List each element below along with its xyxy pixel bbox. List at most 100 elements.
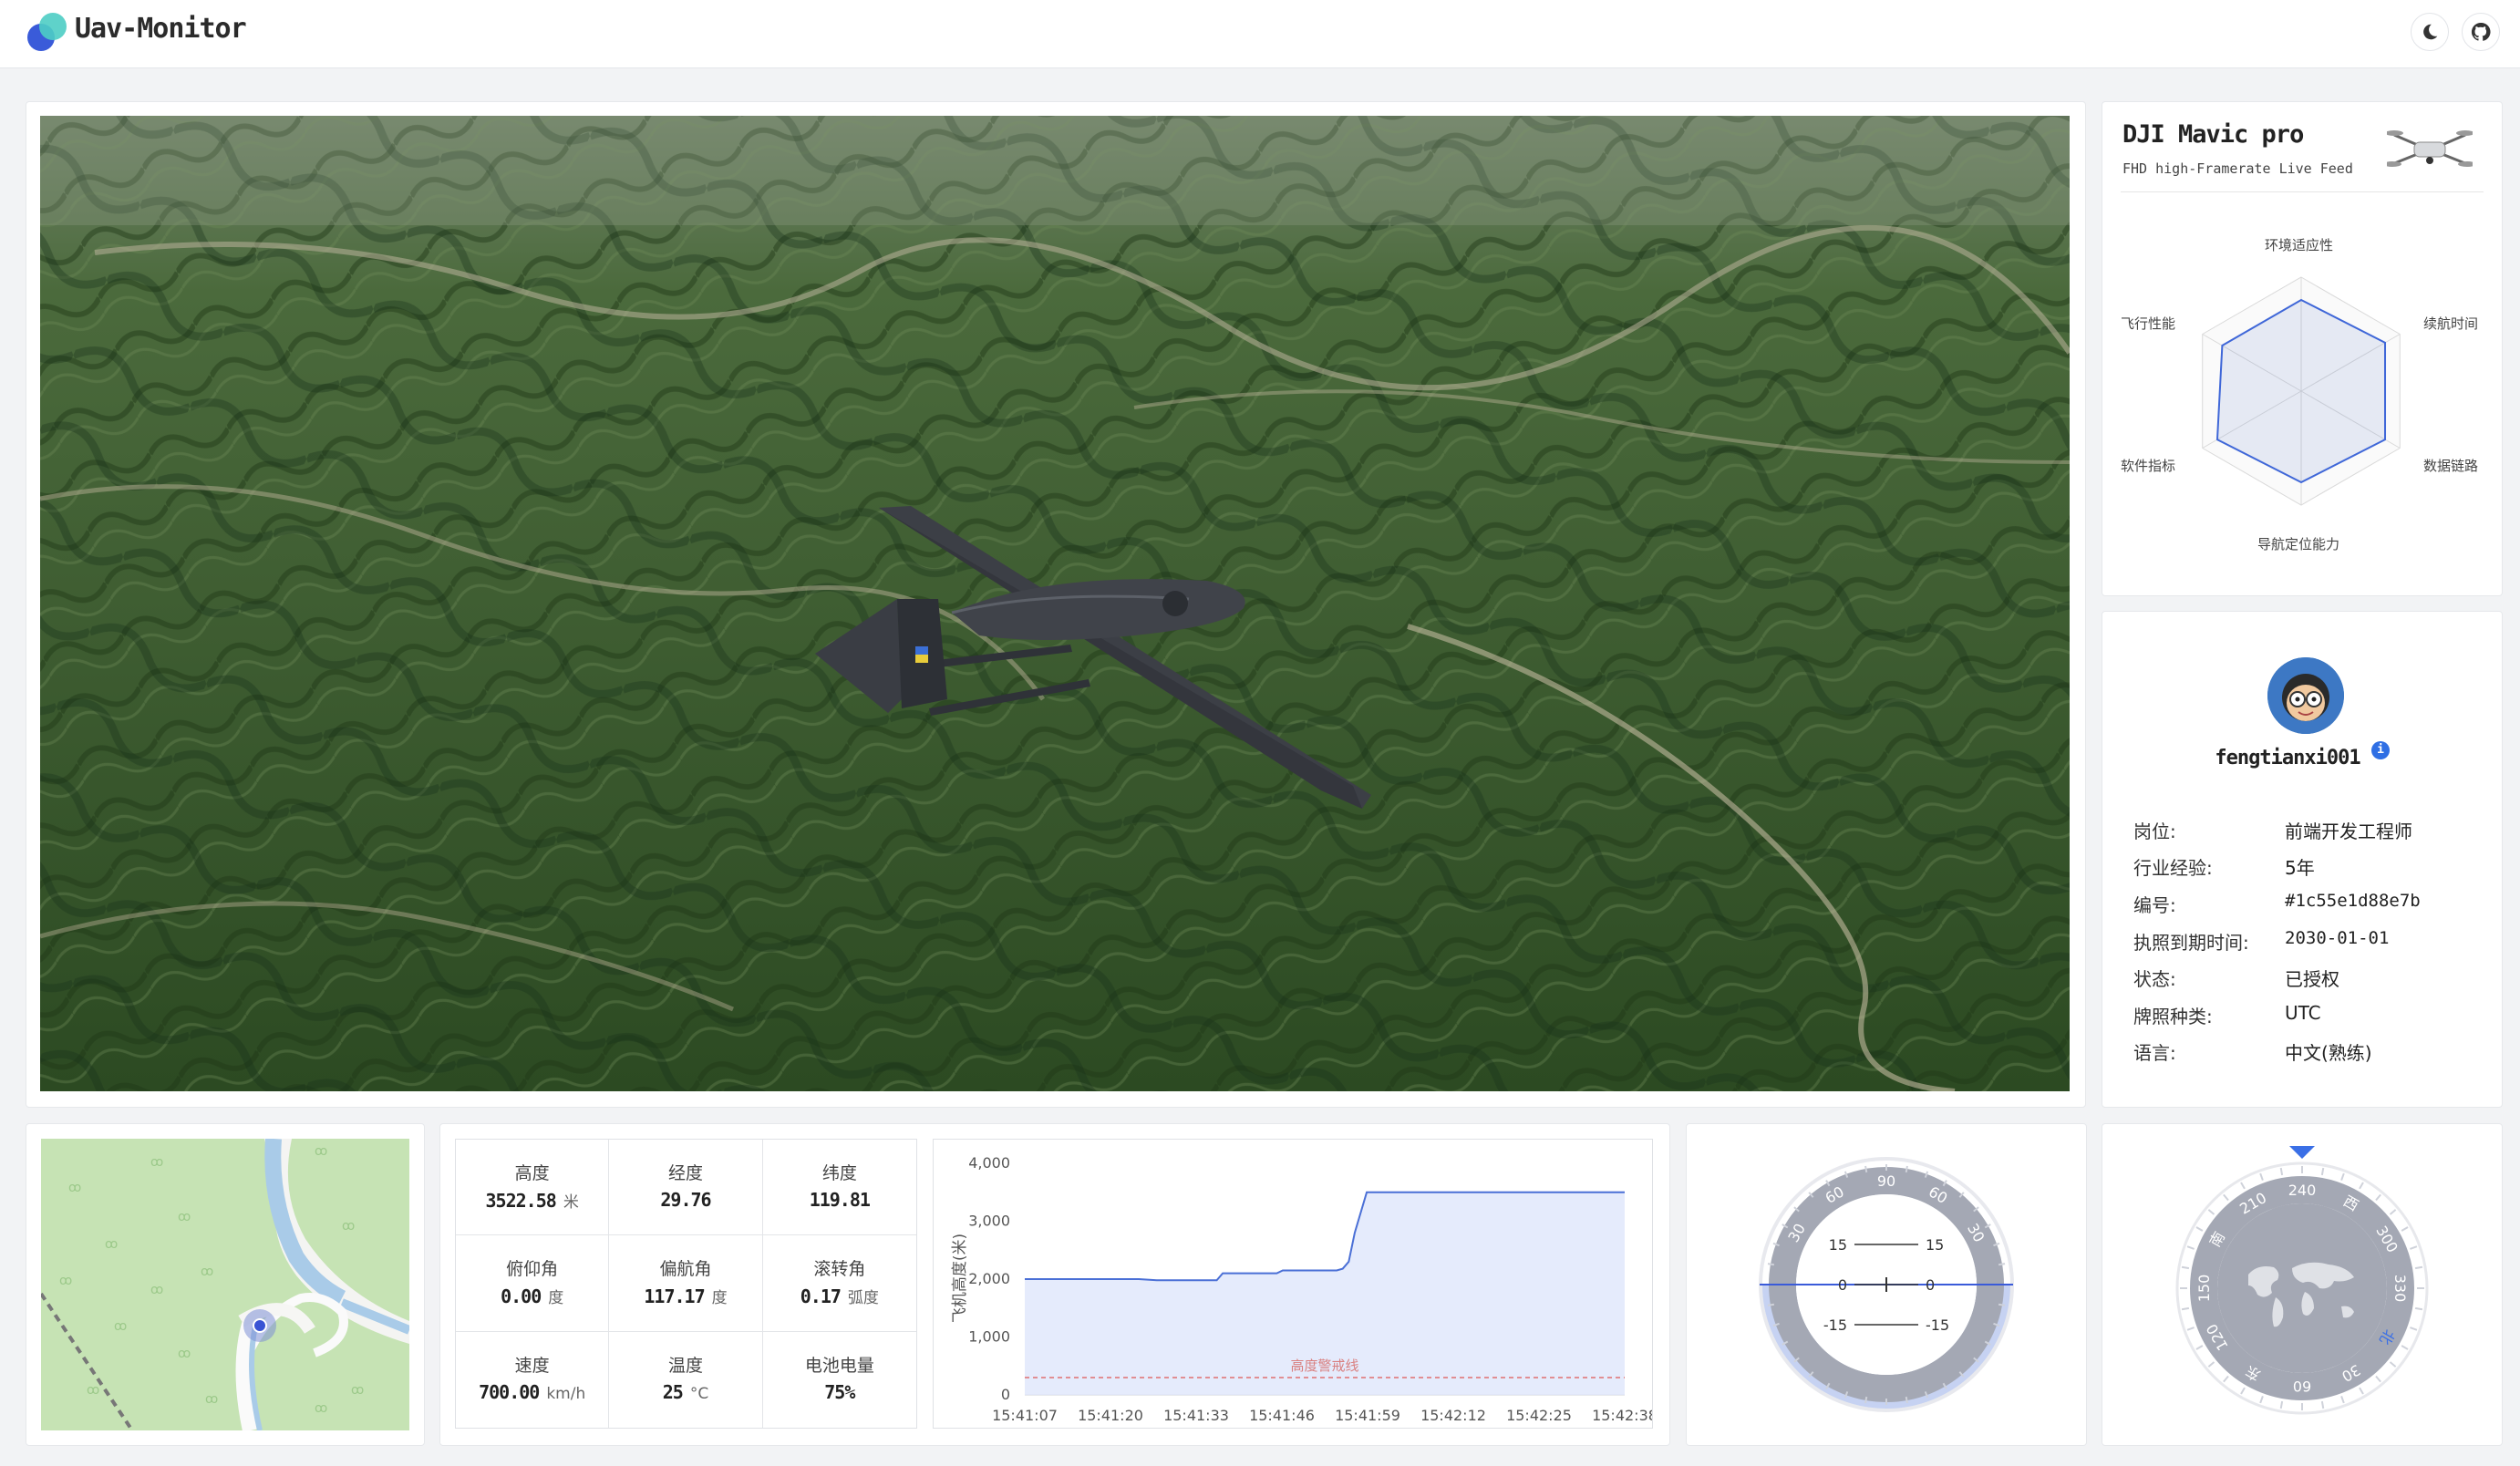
svg-text:ꝏ: ꝏ <box>59 1274 72 1288</box>
telemetry-cell: 偏航角 117.17 度 <box>609 1235 763 1332</box>
telemetry-cell: 经度 29.76 <box>609 1140 763 1236</box>
telemetry-cell: 纬度 119.81 <box>762 1140 916 1236</box>
y-axis-title: 飞机高度(米) <box>951 1234 969 1323</box>
drone-card: DJI Mavic pro FHD high-Framerate Live Fe… <box>2102 101 2503 596</box>
telemetry-cell: 俯仰角 0.00 度 <box>456 1235 610 1332</box>
attitude-indicator-card: 30 60 90 60 30 15 15 0 0 -15 -15 <box>1686 1123 2087 1446</box>
pitch-label: -15 <box>1926 1316 1949 1334</box>
x-tick-label: 15:41:46 <box>1249 1407 1315 1424</box>
telemetry-unit: 度 <box>548 1289 564 1308</box>
radar-label-4: 软件指标 <box>2121 458 2176 474</box>
telemetry-cell: 速度 700.00 km/h <box>456 1331 610 1428</box>
svg-text:ꝏ: ꝏ <box>150 1155 163 1170</box>
pitch-label: 15 <box>1829 1236 1847 1254</box>
info-key: 牌照种类: <box>2133 1006 2213 1027</box>
y-tick-label: 3,000 <box>968 1213 1010 1230</box>
pilot-username: fengtianxi001 <box>2215 747 2360 769</box>
theme-toggle-button[interactable] <box>2411 13 2449 51</box>
x-tick-label: 15:42:12 <box>1420 1407 1486 1424</box>
threshold-label: 高度警戒线 <box>1290 1358 1358 1374</box>
radar-label-2: 数据链路 <box>2423 458 2479 474</box>
mini-map-card: ꝏ ꝏ ꝏ ꝏ ꝏ ꝏ ꝏ ꝏ ꝏ ꝏ ꝏ ꝏ ꝏ ꝏ ꝏ <box>26 1123 425 1446</box>
info-value: 已授权 <box>2285 968 2339 990</box>
x-tick-label: 15:41:20 <box>1078 1407 1143 1424</box>
radar-label-1: 续航时间 <box>2423 315 2479 332</box>
info-row-position: 岗位: 前端开发工程师 <box>2133 817 2480 853</box>
info-row-language: 语言: 中文(熟练) <box>2133 1038 2480 1075</box>
x-tick-label: 15:41:33 <box>1163 1407 1229 1424</box>
x-tick-label: 15:42:38 <box>1592 1407 1652 1424</box>
info-value: 前端开发工程师 <box>2285 821 2412 842</box>
svg-text:ꝏ: ꝏ <box>351 1383 364 1398</box>
telemetry-unit: km/h <box>546 1384 586 1403</box>
telemetry-value-row: 75% <box>763 1381 916 1403</box>
telemetry-value: 117.17 <box>644 1285 705 1308</box>
telemetry-value: 75% <box>824 1380 855 1403</box>
svg-text:ꝏ: ꝏ <box>150 1283 163 1297</box>
info-row-license-type: 牌照种类: UTC <box>2133 1002 2480 1038</box>
telemetry-label: 偏航角 <box>659 1259 712 1280</box>
mini-map[interactable]: ꝏ ꝏ ꝏ ꝏ ꝏ ꝏ ꝏ ꝏ ꝏ ꝏ ꝏ ꝏ ꝏ ꝏ ꝏ <box>41 1139 409 1430</box>
telemetry-value-row: 117.17 度 <box>609 1285 761 1307</box>
top-bar: Uav-Monitor <box>0 0 2520 68</box>
telemetry-value: 119.81 <box>809 1189 871 1211</box>
svg-text:ꝏ: ꝏ <box>315 1401 327 1416</box>
terrain-scene <box>40 116 2070 1091</box>
heading-pointer-icon <box>2289 1146 2315 1159</box>
heading-compass: 240西300330北3060东120150南210 <box>2175 1146 2429 1415</box>
telemetry-label: 俯仰角 <box>506 1259 559 1280</box>
info-row-id: 编号: #1c55e1d88e7b <box>2133 891 2480 927</box>
pitch-label: 0 <box>1838 1276 1847 1294</box>
telemetry-label: 滚转角 <box>813 1259 866 1280</box>
telemetry-cell: 高度 3522.58 米 <box>456 1140 610 1236</box>
telemetry-value-row: 3522.58 米 <box>456 1189 608 1212</box>
pilot-profile-card: fengtianxi001 i 岗位: 前端开发工程师 行业经验: 5年 编号: #1c… <box>2102 611 2503 1108</box>
telemetry-value-row: 119.81 <box>763 1189 916 1211</box>
svg-text:ꝏ: ꝏ <box>68 1181 81 1195</box>
terrain-3d-view[interactable] <box>40 116 2070 1091</box>
svg-text:ꝏ: ꝏ <box>201 1265 213 1279</box>
telemetry-value-row: 29.76 <box>609 1189 761 1211</box>
telemetry-cell: 滚转角 0.17 弧度 <box>762 1235 916 1332</box>
x-tick-label: 15:41:59 <box>1335 1407 1400 1424</box>
telemetry-value-row: 25 °C <box>609 1381 761 1403</box>
altitude-chart-box: 0 1,000 2,000 3,000 4,000 飞机高度(米) 15:41:07 15:4… <box>933 1139 1658 1429</box>
telemetry-label: 速度 <box>514 1355 550 1376</box>
svg-text:ꝏ: ꝏ <box>178 1347 191 1361</box>
radar-label-3: 导航定位能力 <box>2257 536 2340 552</box>
info-key: 状态: <box>2133 968 2176 990</box>
altitude-chart: 0 1,000 2,000 3,000 4,000 飞机高度(米) 15:41:07 15:4… <box>951 1154 1658 1424</box>
pilot-username-row: fengtianxi001 i <box>2102 741 2502 769</box>
telemetry-cell: 温度 25 °C <box>609 1331 763 1428</box>
info-key: 行业经验: <box>2133 857 2213 879</box>
compass-face <box>2217 1203 2387 1373</box>
telemetry-grid: 高度 3522.58 米 经度 29.76 纬度 119.81 俯仰角 0.00 度 偏航角 117.… <box>455 1139 917 1429</box>
compass-scale-label: 150 <box>2195 1275 2213 1303</box>
info-value: 中文(熟练) <box>2285 1042 2372 1064</box>
y-tick-label: 2,000 <box>968 1270 1010 1287</box>
info-row-status: 状态: 已授权 <box>2133 965 2480 1001</box>
telemetry-value: 700.00 <box>479 1380 540 1403</box>
telemetry-value: 3522.58 <box>485 1190 557 1212</box>
verified-icon: i <box>2370 741 2390 759</box>
telemetry-value: 0.17 <box>800 1285 842 1308</box>
telemetry-value: 29.76 <box>660 1189 711 1211</box>
github-link-button[interactable] <box>2462 13 2500 51</box>
compass-card: 240 西 300 330 北 30 60 东 120 150 南 210 <box>2102 1123 2503 1446</box>
info-row-experience: 行业经验: 5年 <box>2133 853 2480 890</box>
telemetry-unit: 度 <box>711 1289 728 1308</box>
compass-scale-label: 240 <box>2288 1182 2317 1199</box>
attitude-indicator: 306090603015 150 0-15 -15 <box>1759 1157 2014 1412</box>
moon-icon <box>2423 24 2438 40</box>
info-key: 编号: <box>2133 894 2176 916</box>
y-tick-label: 1,000 <box>968 1328 1010 1346</box>
compass-scale-label: 60 <box>2293 1378 2311 1395</box>
info-row-license-expiry: 执照到期时间: 2030-01-01 <box>2133 928 2480 965</box>
telemetry-label: 经度 <box>667 1163 703 1183</box>
github-icon <box>2471 22 2491 41</box>
telemetry-value: 0.00 <box>501 1285 542 1308</box>
telemetry-value-row: 0.00 度 <box>456 1285 608 1307</box>
svg-text:ꝏ: ꝏ <box>105 1237 118 1252</box>
telemetry-value: 25 <box>662 1380 684 1403</box>
telemetry-label: 温度 <box>667 1355 703 1376</box>
